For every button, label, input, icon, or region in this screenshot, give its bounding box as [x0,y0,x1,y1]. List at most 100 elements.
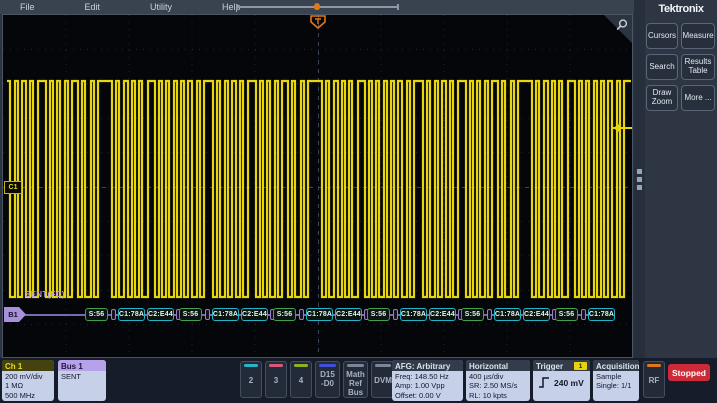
channel-2-color-stripe [244,364,258,367]
oscilloscope-app: FileEditUtilityHelp C1 SENT(FC) B1 S:56C… [0,0,717,403]
results-table-button[interactable]: Results Table [681,54,715,80]
rf-button[interactable]: RF [643,361,665,398]
digital-d15-d0-label: D15-D0 [316,370,339,388]
bus-1-settings: SENT [58,371,106,381]
channel-1-settings: 200 mV/div1 MΩ500 MHz [2,371,54,400]
more-button[interactable]: More ... [681,85,715,111]
menu-bar: FileEditUtilityHelp [0,0,634,14]
info-line: Freq: 148.50 Hz [395,372,463,381]
horizontal-badge[interactable]: Horizontal 400 µs/divSR: 2.50 MS/sRL: 10… [466,360,530,401]
decode-status-box[interactable]: S:56 [555,308,578,321]
trigger-position-icon[interactable] [309,15,327,34]
decode-status-box[interactable]: S:56 [273,308,296,321]
decode-pause-bracket[interactable] [581,309,586,320]
tektronix-logo: Tektronix [645,3,717,15]
channel-2-button[interactable]: 2 [240,361,262,398]
decode-channel2-box[interactable]: C2:E44 [335,308,362,321]
decode-status-box[interactable]: S:56 [367,308,390,321]
menu-items: FileEditUtilityHelp [0,2,247,12]
acquisition-settings: SampleSingle: 1/1 [593,371,639,391]
decode-channel1-box[interactable]: C1:78A [212,308,239,321]
math-ref-bus-button[interactable]: MathRefBus [343,361,368,398]
trigger-level-marker[interactable] [604,122,633,134]
channel-1-position-marker[interactable]: C1 [4,181,22,194]
trigger-level-value: 240 mV [554,378,584,388]
digital-d15-d0-button[interactable]: D15-D0 [315,361,340,398]
trigger-source-badge: 1 [574,362,587,370]
dvm-label: DVM [372,376,394,385]
status-bar: Ch 1 200 mV/div1 MΩ500 MHz Bus 1 SENT 23… [0,358,717,403]
horizontal-settings: 400 µs/divSR: 2.50 MS/sRL: 10 kpts [466,371,530,400]
decode-channel1-box[interactable]: C1:78A [494,308,521,321]
divider-grip-dot [637,169,642,174]
channel-1-badge[interactable]: Ch 1 200 mV/div1 MΩ500 MHz [2,360,54,401]
decode-pause-bracket[interactable] [393,309,398,320]
info-line: 500 MHz [5,391,54,400]
info-line: 1 MΩ [5,381,54,390]
decode-status-box[interactable]: S:56 [85,308,108,321]
channel-1-badge-title: Ch 1 [2,360,54,371]
info-line: SENT [61,372,106,381]
decode-frame: S:56 C1:78AC2:E44 [179,308,273,322]
menu-file[interactable]: File [14,2,41,12]
bus-decode-label: SENT(FC) [25,290,65,299]
decode-pause-bracket[interactable] [111,309,116,320]
info-line: RL: 10 kpts [469,391,530,400]
magnifier-icon[interactable] [615,18,629,32]
bus-decode-row[interactable]: S:56C1:78AC2:E44S:56C1:78AC2:E44S:56C1:7… [85,308,615,322]
search-button[interactable]: Search [646,54,678,80]
decode-frame: S:56 C1:78AC2:E44 [85,308,179,322]
decode-frame: S:56 C1:78AC2:E44 [273,308,367,322]
acquisition-badge[interactable]: Acquisition SampleSingle: 1/1 [593,360,639,401]
decode-pause-bracket[interactable] [205,309,210,320]
channel-2-label: 2 [241,376,261,385]
decode-channel1-box[interactable]: C1:78A [588,308,615,321]
menu-utility[interactable]: Utility [144,2,178,12]
decode-channel1-box[interactable]: C1:78A [118,308,145,321]
dvm-color-stripe [375,364,391,367]
decode-channel2-box[interactable]: C2:E44 [523,308,550,321]
side-panel: Tektronix CursorsMeasureSearchResults Ta… [645,0,717,358]
decode-channel1-box[interactable]: C1:78A [306,308,333,321]
math-ref-bus-color-stripe [347,364,364,367]
trigger-badge-title: Trigger [536,362,563,371]
decode-frame: S:56C1:78AC2:E44 [555,308,615,322]
bus-1-badge[interactable]: Bus 1 SENT [58,360,106,401]
decode-channel2-box[interactable]: C2:E44 [241,308,268,321]
channel-4-button[interactable]: 4 [290,361,312,398]
channel-3-color-stripe [269,364,283,367]
info-line: Amp: 1.00 Vpp [395,381,463,390]
channel-4-label: 4 [291,376,311,385]
rf-button-label: RF [644,376,664,385]
decode-pause-bracket[interactable] [487,309,492,320]
info-line: Offset: 0.00 V [395,391,463,400]
rf-button-stripe [647,364,661,367]
trigger-badge-head: Trigger 1 [533,360,590,371]
math-ref-bus-label: MathRefBus [344,370,367,397]
decode-frame: S:56 C1:78AC2:E44 [367,308,461,322]
afg-settings: Freq: 148.50 HzAmp: 1.00 VppOffset: 0.00… [392,371,463,400]
acquisition-badge-title: Acquisition [593,360,639,371]
run-stop-status-button[interactable]: Stopped [668,364,710,381]
decode-channel2-box[interactable]: C2:E44 [429,308,456,321]
channel-3-label: 3 [266,376,286,385]
measure-button[interactable]: Measure [681,23,715,49]
cursors-button[interactable]: Cursors [646,23,678,49]
decode-status-box[interactable]: S:56 [179,308,202,321]
decode-status-box[interactable]: S:56 [461,308,484,321]
decode-channel1-box[interactable]: C1:78A [400,308,427,321]
panel-divider[interactable] [634,0,645,358]
channel-3-button[interactable]: 3 [265,361,287,398]
channel-4-color-stripe [294,364,308,367]
decode-frame: S:56 C1:78AC2:E44 [461,308,555,322]
waveform-display[interactable]: C1 SENT(FC) B1 S:56C1:78AC2:E44S:56C1:78… [2,14,633,358]
trigger-badge[interactable]: Trigger 1 240 mV [533,360,590,401]
decode-channel2-box[interactable]: C2:E44 [147,308,174,321]
rising-edge-icon [538,377,550,388]
trigger-position-slider-marker[interactable] [314,3,320,10]
draw-zoom-button[interactable]: Draw Zoom [646,85,678,111]
decode-pause-bracket[interactable] [299,309,304,320]
info-line: Single: 1/1 [596,381,639,390]
menu-edit[interactable]: Edit [79,2,107,12]
afg-badge[interactable]: AFG: Arbitrary Freq: 148.50 HzAmp: 1.00 … [392,360,463,401]
